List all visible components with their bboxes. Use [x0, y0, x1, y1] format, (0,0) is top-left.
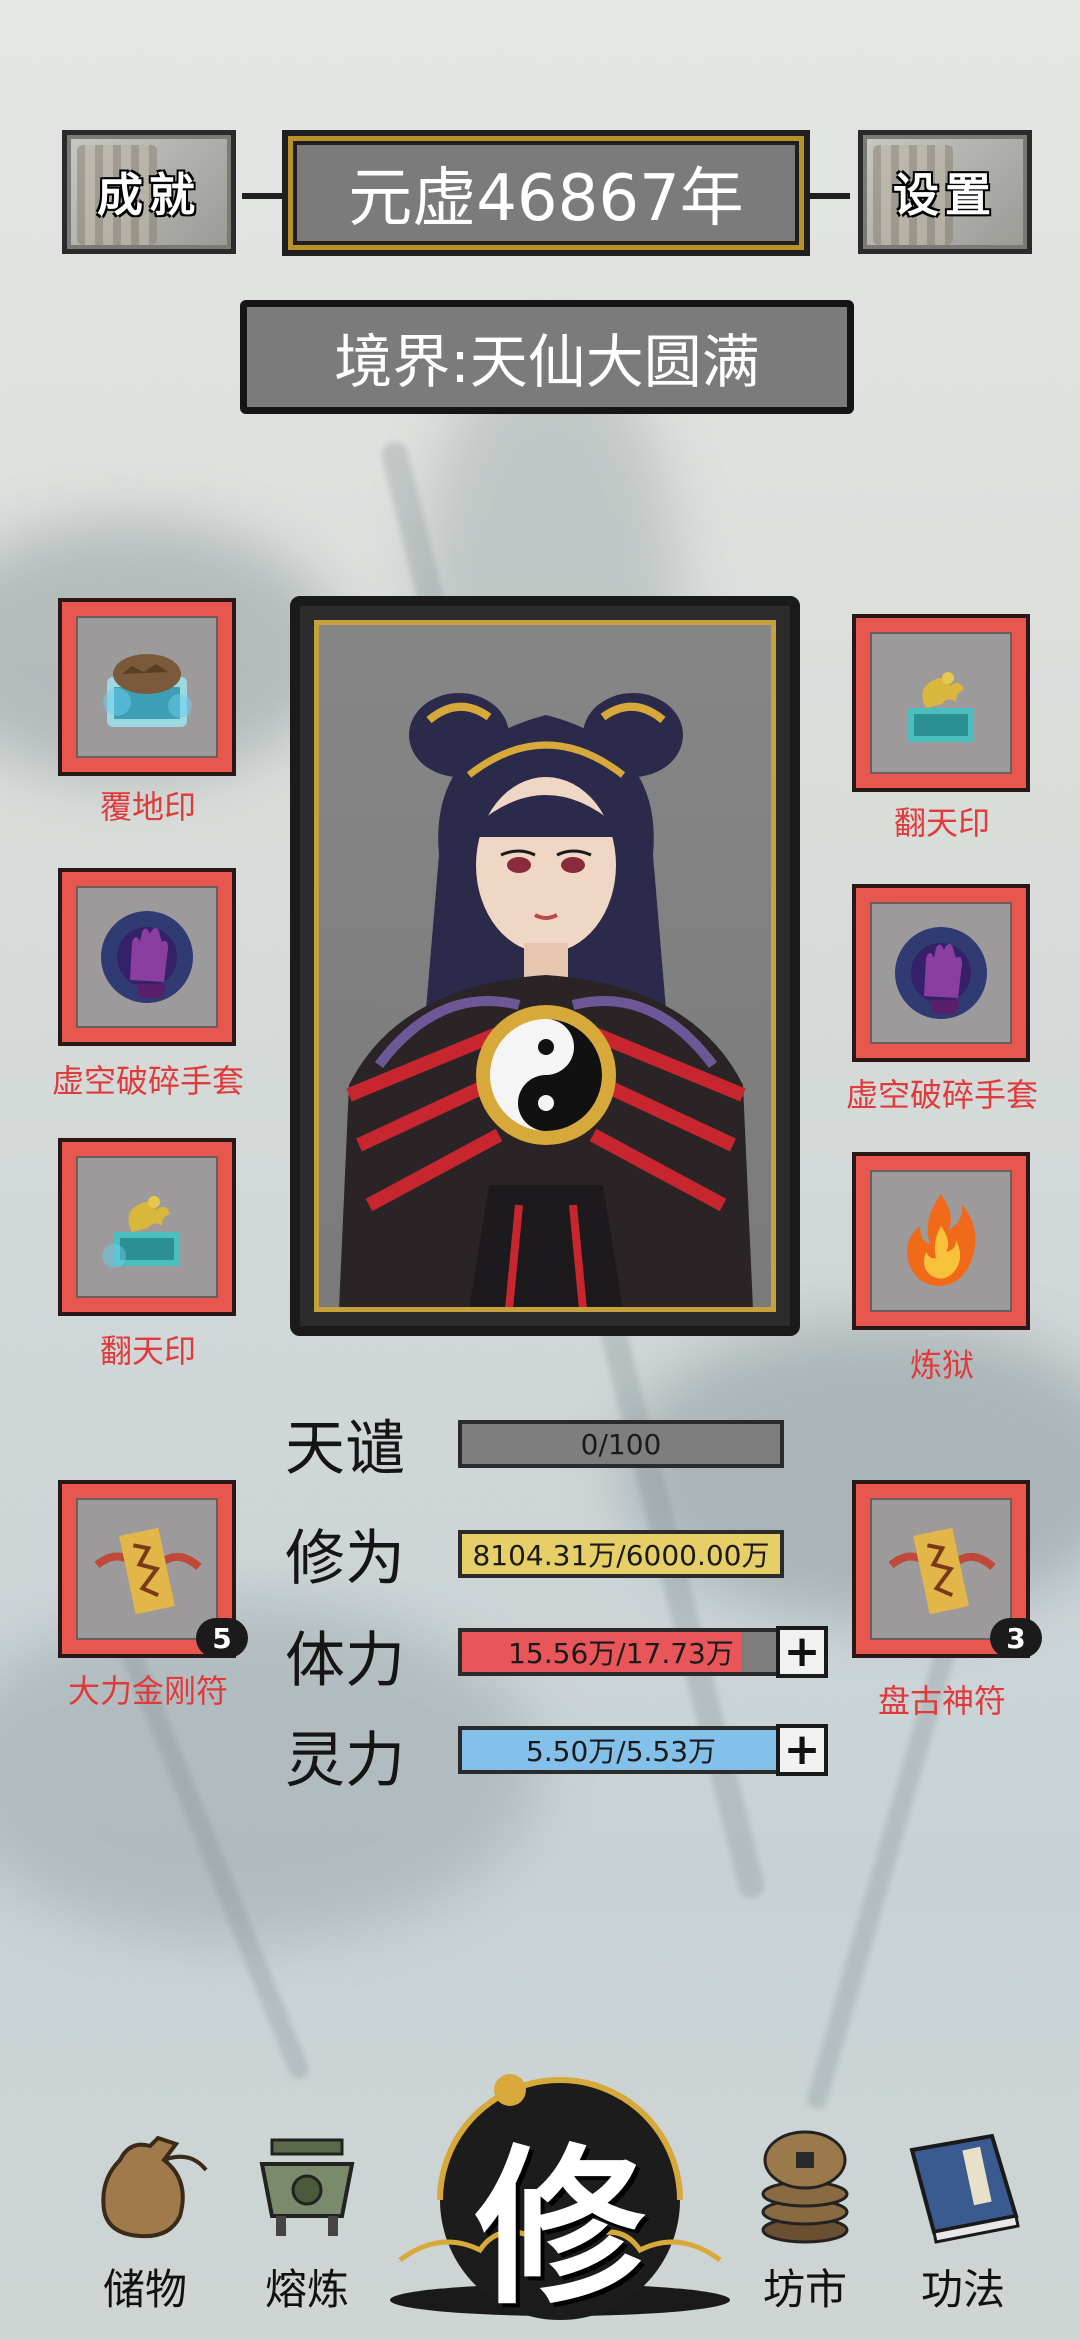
tribulation-value: 0/100: [580, 1427, 662, 1461]
turtle-seal-icon: [76, 616, 218, 758]
year-banner: 元虚46867年: [242, 130, 850, 256]
cultivation-value: 8104.31万/6000.00万: [472, 1539, 770, 1572]
nav-storage[interactable]: 储物: [60, 2120, 230, 2317]
slot-label: 大力金刚符: [67, 1672, 228, 1710]
stamina-label: 体力: [285, 1626, 405, 1696]
stamina-bar: 15.56万/17.73万: [458, 1628, 784, 1676]
slot-label: 翻天印: [99, 1332, 196, 1370]
void-glove-icon: [76, 886, 218, 1028]
cultivation-label: 修为: [285, 1524, 405, 1594]
equip-slot-left-3[interactable]: [58, 1138, 236, 1316]
character-portrait-frame[interactable]: [290, 596, 800, 1336]
pouch-icon: [80, 2120, 210, 2250]
tribulation-label: 天谴: [285, 1414, 405, 1484]
slot-label: 覆地印: [99, 788, 196, 826]
equip-slot-left-4[interactable]: 5: [58, 1480, 248, 1658]
talisman-scroll-icon: [76, 1498, 218, 1640]
spirit-value: 5.50万/5.53万: [525, 1735, 717, 1768]
item-count-badge: 3: [990, 1618, 1042, 1658]
nav-smelting[interactable]: 熔炼: [222, 2120, 392, 2317]
nav-market-label: 坊市: [762, 2265, 847, 2314]
settings-label: 设置: [893, 168, 997, 222]
slot-label: 盘古神符: [877, 1682, 1006, 1720]
cultivation-bar: 8104.31万/6000.00万: [458, 1530, 784, 1578]
equip-slot-right-2[interactable]: [852, 884, 1030, 1062]
flame-icon: [870, 1170, 1012, 1312]
nav-techniques[interactable]: 功法: [878, 2120, 1048, 2317]
equip-slot-left-1[interactable]: [58, 598, 236, 776]
equip-slot-right-4[interactable]: 3: [852, 1480, 1042, 1658]
slot-label: 翻天印: [893, 804, 990, 842]
equip-slot-left-2[interactable]: [58, 868, 236, 1046]
nav-storage-label: 储物: [102, 2265, 187, 2314]
slot-label: 炼狱: [909, 1346, 974, 1384]
slot-label: 虚空破碎手套: [845, 1076, 1038, 1114]
spirit-label: 灵力: [285, 1726, 405, 1796]
dragon-seal-icon: [870, 632, 1012, 774]
character-portrait: [314, 620, 776, 1312]
nav-techniques-label: 功法: [920, 2265, 1005, 2314]
nav-market[interactable]: 坊市: [720, 2120, 890, 2317]
realm-banner: 境界:天仙大圆满: [240, 300, 854, 414]
equip-slot-right-1[interactable]: [852, 614, 1030, 792]
achievements-label: 成就: [97, 168, 201, 222]
cauldron-icon: [242, 2120, 372, 2250]
item-count-badge: 5: [196, 1618, 248, 1658]
void-glove-icon: [870, 902, 1012, 1044]
slot-label: 虚空破碎手套: [51, 1062, 244, 1100]
equip-slot-right-3[interactable]: [852, 1152, 1030, 1330]
cultivate-button[interactable]: 修: [380, 2050, 740, 2328]
tribulation-bar: 0/100: [458, 1420, 784, 1468]
spirit-bar: 5.50万/5.53万: [458, 1726, 784, 1774]
spirit-add-button[interactable]: +: [776, 1724, 828, 1776]
coins-icon: [740, 2120, 870, 2250]
achievements-button[interactable]: 成就: [62, 130, 236, 254]
manual-book-icon: [898, 2120, 1028, 2250]
stamina-add-button[interactable]: +: [776, 1626, 828, 1678]
dragon-seal-icon: [76, 1156, 218, 1298]
realm-text: 境界:天仙大圆满: [334, 328, 760, 396]
stamina-value: 15.56万/17.73万: [508, 1637, 734, 1670]
talisman-scroll-icon: [870, 1498, 1012, 1640]
settings-button[interactable]: 设置: [858, 130, 1032, 254]
nav-smelting-label: 熔炼: [264, 2265, 349, 2314]
year-text: 元虚46867年: [348, 162, 744, 236]
cultivate-label: 修: [474, 2128, 645, 2328]
